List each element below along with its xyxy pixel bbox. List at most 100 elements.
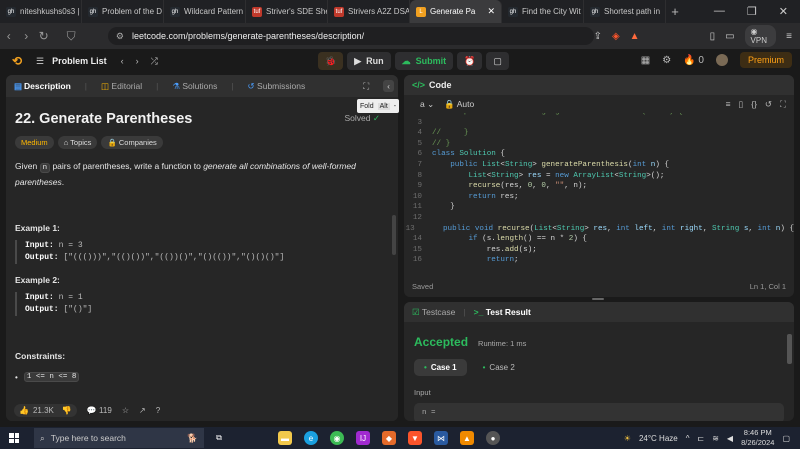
vlc-icon[interactable]: ▲ [460,431,474,445]
weather-text[interactable]: 24°C Haze [639,434,678,443]
brave-rewards-icon[interactable]: ▲ [630,31,640,42]
debug-button[interactable]: 🐞 [318,52,344,70]
browser-tab[interactable]: tuf Strivers A2Z DSA [328,0,410,23]
avatar[interactable] [715,54,728,66]
companies-button[interactable]: 🔒 Companies [101,136,163,149]
like-button[interactable]: 👍 21.3K 👎 [14,403,77,417]
volume-icon[interactable]: ◀ [727,434,733,443]
timer-button[interactable]: ⏰ [457,52,483,70]
network-icon[interactable]: ⊏ [698,434,705,443]
prev-problem-icon[interactable]: ‹ [121,56,124,66]
taskbar-search[interactable]: ⌕ Type here to search 🐕 [34,428,204,448]
run-button[interactable]: ▶ Run [347,52,391,70]
clock[interactable]: 8:46 PM 8/26/2024 [741,428,774,448]
expand-icon[interactable]: ⛶ [363,81,369,92]
browser-tab[interactable]: gh Problem of the D [82,0,164,23]
tab-testcase[interactable]: ☑ Testcase [412,307,455,318]
scrollbar[interactable] [787,334,792,364]
weather-icon[interactable]: ☀ [624,434,631,443]
browser-tab[interactable]: L Generate Pa ✕ [410,0,502,23]
streak-counter[interactable]: 🔥 0 [683,55,704,66]
wifi-icon[interactable]: ≋ [712,434,719,443]
code-line: 7 public List < String > generateParenthesi… [417,160,670,169]
brave-shield-icon[interactable]: ◈ [612,31,620,42]
code-editor[interactable]: 2// public List<String> generateParenthe… [404,113,794,265]
comments-button[interactable]: 💬 119 [87,406,112,415]
browser-tab[interactable]: gh Shortest path in [584,0,666,23]
premium-button[interactable]: Premium [739,52,792,68]
panel-resize-handle[interactable] [592,298,604,300]
submit-button[interactable]: ☁ Submit [394,52,454,70]
hidden-icons-chevron-icon[interactable]: ^ [686,434,690,443]
layout-icon[interactable]: ▦ [641,55,650,66]
sidebar-toggle-icon[interactable]: ▯ [710,31,716,42]
language-select[interactable]: a ⌄ [420,99,434,110]
minimize-icon[interactable]: — [714,5,725,18]
brave-icon[interactable]: ▼ [408,431,422,445]
topics-button[interactable]: ⌂ Topics [57,136,98,149]
tab-editorial[interactable]: ◫ Editorial [101,81,142,92]
tab-solutions[interactable]: ⚗ Solutions [172,81,217,92]
reset-icon[interactable]: ↺ [765,99,772,110]
tab-testcase-label: Testcase [421,306,456,317]
wallet-icon[interactable]: ▭ [725,31,734,42]
chrome-icon[interactable]: ◉ [330,431,344,445]
edge-icon[interactable]: e [304,431,318,445]
new-tab-icon[interactable]: + [666,4,684,19]
bookmark-icon[interactable]: ▯ [739,99,744,110]
check-circle-icon: ✓ [372,113,380,123]
notes-button[interactable]: ▢ [486,52,509,70]
vpn-button[interactable]: ◉ VPN [744,25,777,47]
git-icon[interactable]: ◆ [382,431,396,445]
tab-test-result[interactable]: >_ Test Result [474,307,531,317]
restore-icon[interactable]: ❐ [747,5,757,18]
task-view-icon[interactable]: ⧉ [212,431,226,445]
collapse-panel-icon[interactable]: ‹ [383,80,394,92]
browser-tab[interactable]: gh Wildcard Pattern [164,0,246,23]
menu-icon[interactable]: ≡ [786,31,792,42]
close-tab-icon[interactable]: ✕ [487,6,495,17]
fullscreen-icon[interactable]: ⛶ [780,99,786,110]
tab-description-label: Description [24,80,71,91]
case-1-tab[interactable]: • Case 1 [414,359,467,376]
format-icon[interactable]: ≡ [726,99,731,110]
forward-icon[interactable]: › [17,29,34,43]
site-info-icon[interactable]: ⚙ [116,31,124,42]
scrollbar[interactable] [392,215,396,255]
output-value: ["()"] [58,305,93,314]
browser-tab[interactable]: gh niteshkushs0s3 | [0,0,82,23]
notifications-icon[interactable]: ▢ [782,434,790,443]
thumbs-down-icon[interactable]: 👎 [62,406,72,415]
close-window-icon[interactable]: ✕ [779,5,788,18]
browser-tab-label: Wildcard Pattern [184,7,244,16]
leetcode-logo-icon[interactable]: ⟲ [12,54,26,68]
back-icon[interactable]: ‹ [0,29,17,43]
companies-label: Companies [118,138,157,147]
tab-description[interactable]: ▤ Description [14,81,71,92]
tab-submissions[interactable]: ↺ Submissions [248,81,306,92]
vscode-icon[interactable]: ⋈ [434,431,448,445]
auto-button[interactable]: 🔒 Auto [444,99,474,110]
bookmark-icon[interactable]: ⛉ [62,29,79,44]
star-icon[interactable]: ☆ [122,406,129,415]
problem-list-link[interactable]: Problem List [52,56,107,66]
intellij-icon[interactable]: IJ [356,431,370,445]
shuffle-icon[interactable]: ⤮ [151,56,158,67]
share-icon[interactable]: ⇪ [594,31,602,42]
address-bar[interactable]: ⚙ leetcode.com/problems/generate-parenth… [107,27,594,45]
browser-tab[interactable]: tuf Striver's SDE She [246,0,328,23]
case-2-tab[interactable]: • Case 2 [473,359,525,376]
obs-icon[interactable]: ● [486,431,500,445]
reload-icon[interactable]: ↻ [35,29,52,43]
settings-icon[interactable]: ⚙ [662,55,671,66]
help-icon[interactable]: ? [156,406,160,415]
file-explorer-icon[interactable]: ▬ [278,431,292,445]
next-problem-icon[interactable]: › [136,56,139,66]
windows-start-icon[interactable] [9,433,19,443]
problem-list-icon[interactable]: ☰ [36,56,44,67]
browser-tab[interactable]: gh Find the City Wit [502,0,584,23]
share-icon[interactable]: ↗ [139,406,146,415]
braces-icon[interactable]: {} [751,99,757,110]
difficulty-badge[interactable]: Medium [15,136,54,149]
browser-tab-label: niteshkushs0s3 | [20,7,80,16]
